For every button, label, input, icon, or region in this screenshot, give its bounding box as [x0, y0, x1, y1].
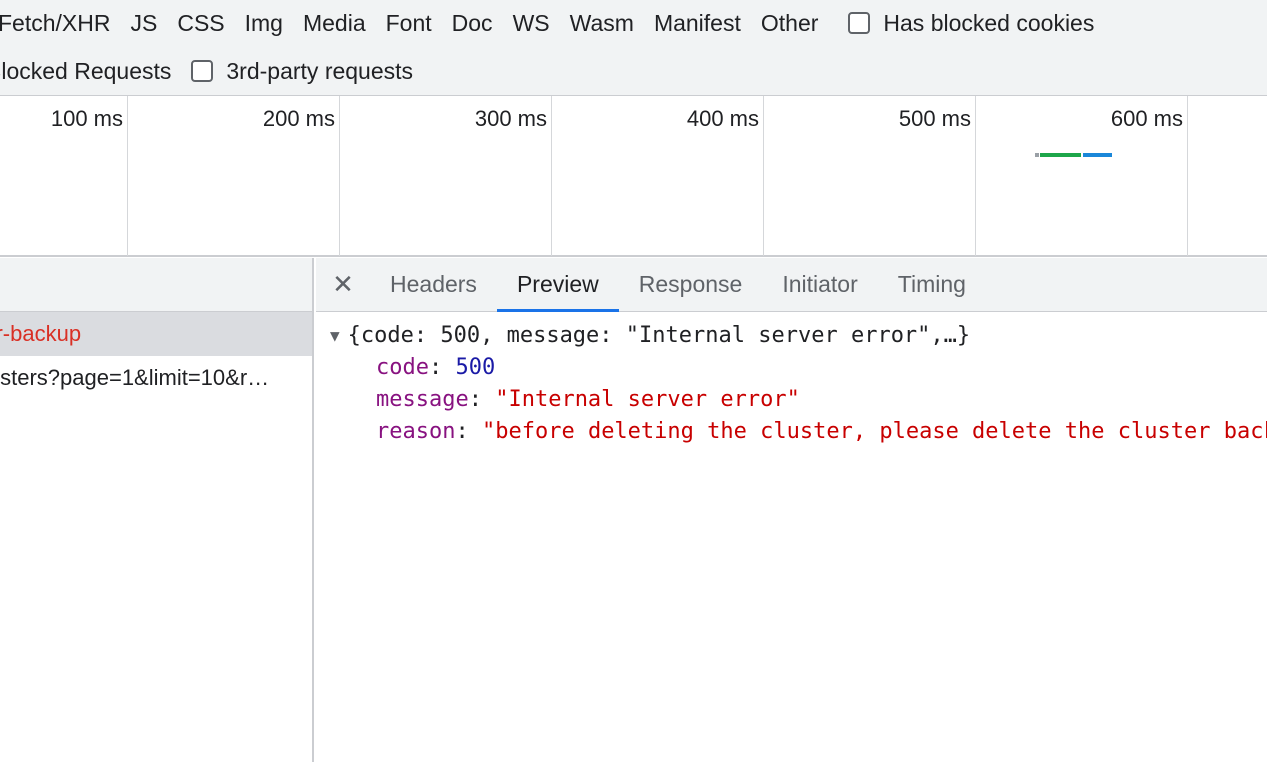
request-name: cluster-backup — [0, 321, 82, 346]
filter-img[interactable]: Img — [235, 10, 293, 37]
json-property: message: "Internal server error" — [376, 387, 800, 412]
tab-timing[interactable]: Timing — [878, 258, 986, 311]
json-object-summary[interactable]: ▼ {code: 500, message: "Internal server … — [316, 320, 1267, 352]
filter-row-types: Fetch/XHR JS CSS Img Media Font Doc WS W… — [0, 0, 1094, 46]
expand-triangle-icon[interactable]: ▼ — [330, 320, 340, 352]
filter-font[interactable]: Font — [376, 10, 442, 37]
request-row[interactable]: cluster-backup — [0, 312, 312, 356]
json-key: reason — [376, 419, 456, 444]
json-value: "before deleting the cluster, please del… — [481, 419, 1267, 444]
timeline-bar-waiting — [1040, 153, 1081, 157]
filter-toolbar: Fetch/XHR JS CSS Img Media Font Doc WS W… — [0, 0, 1267, 96]
timeline-tick-label: 200 ms — [262, 106, 335, 131]
tab-response[interactable]: Response — [619, 258, 763, 311]
tab-preview[interactable]: Preview — [496, 258, 619, 312]
filter-fetch-xhr[interactable]: Fetch/XHR — [0, 10, 120, 37]
filter-media[interactable]: Media — [293, 10, 376, 37]
request-list: cluster-backup clusters?page=1&limit=10&… — [0, 258, 314, 762]
request-list-header — [0, 258, 312, 312]
filter-css[interactable]: CSS — [167, 10, 234, 37]
tab-initiator[interactable]: Initiator — [762, 258, 877, 311]
json-property: reason: "before deleting the cluster, pl… — [316, 416, 1267, 448]
timeline-tick-label: 600 ms — [1110, 106, 1183, 131]
timeline-tick-label: 100 ms — [50, 106, 123, 131]
json-property: code: 500 — [376, 355, 496, 380]
third-party-label: 3rd-party requests — [226, 57, 414, 84]
timeline-tick-label: 500 ms — [898, 106, 971, 131]
filter-js[interactable]: JS — [120, 10, 167, 37]
filter-row-blocked: Blocked Requests 3rd-party requests — [0, 48, 413, 94]
filter-doc[interactable]: Doc — [442, 10, 503, 37]
request-details: ✕ Headers Preview Response Initiator Tim… — [316, 258, 1267, 762]
json-value: "Internal server error" — [495, 387, 800, 412]
filter-manifest[interactable]: Manifest — [644, 10, 751, 37]
filter-wasm[interactable]: Wasm — [560, 10, 644, 37]
preview-pane: ▼ {code: 500, message: "Internal server … — [316, 312, 1267, 448]
has-blocked-cookies-option[interactable]: Has blocked cookies — [848, 10, 1094, 37]
has-blocked-cookies-label: Has blocked cookies — [883, 9, 1095, 36]
json-summary-text: {code: 500, message: "Internal server er… — [347, 323, 971, 348]
third-party-option[interactable]: 3rd-party requests — [191, 58, 413, 85]
timeline-overview[interactable]: 100 ms 200 ms 300 ms 400 ms 500 ms 600 m… — [0, 96, 1267, 257]
timeline-tick-label: 400 ms — [686, 106, 759, 131]
request-row[interactable]: clusters?page=1&limit=10&r… — [0, 356, 312, 400]
details-tabbar: ✕ Headers Preview Response Initiator Tim… — [316, 258, 1267, 312]
timeline-bar-download — [1083, 153, 1112, 157]
blocked-requests-label[interactable]: Blocked Requests — [0, 58, 171, 85]
has-blocked-cookies-checkbox[interactable] — [848, 12, 871, 34]
timeline-gridline — [0, 96, 1188, 256]
close-icon[interactable]: ✕ — [316, 258, 370, 311]
filter-other[interactable]: Other — [751, 10, 829, 37]
third-party-checkbox[interactable] — [191, 60, 214, 82]
timeline-bar-queue — [1035, 153, 1039, 157]
timeline-tick-label: 300 ms — [474, 106, 547, 131]
json-value: 500 — [455, 355, 496, 380]
request-name: clusters?page=1&limit=10&r… — [0, 365, 270, 390]
json-key: code — [376, 355, 429, 380]
filter-ws[interactable]: WS — [503, 10, 560, 37]
json-key: message — [376, 387, 469, 412]
tab-headers[interactable]: Headers — [370, 258, 497, 311]
